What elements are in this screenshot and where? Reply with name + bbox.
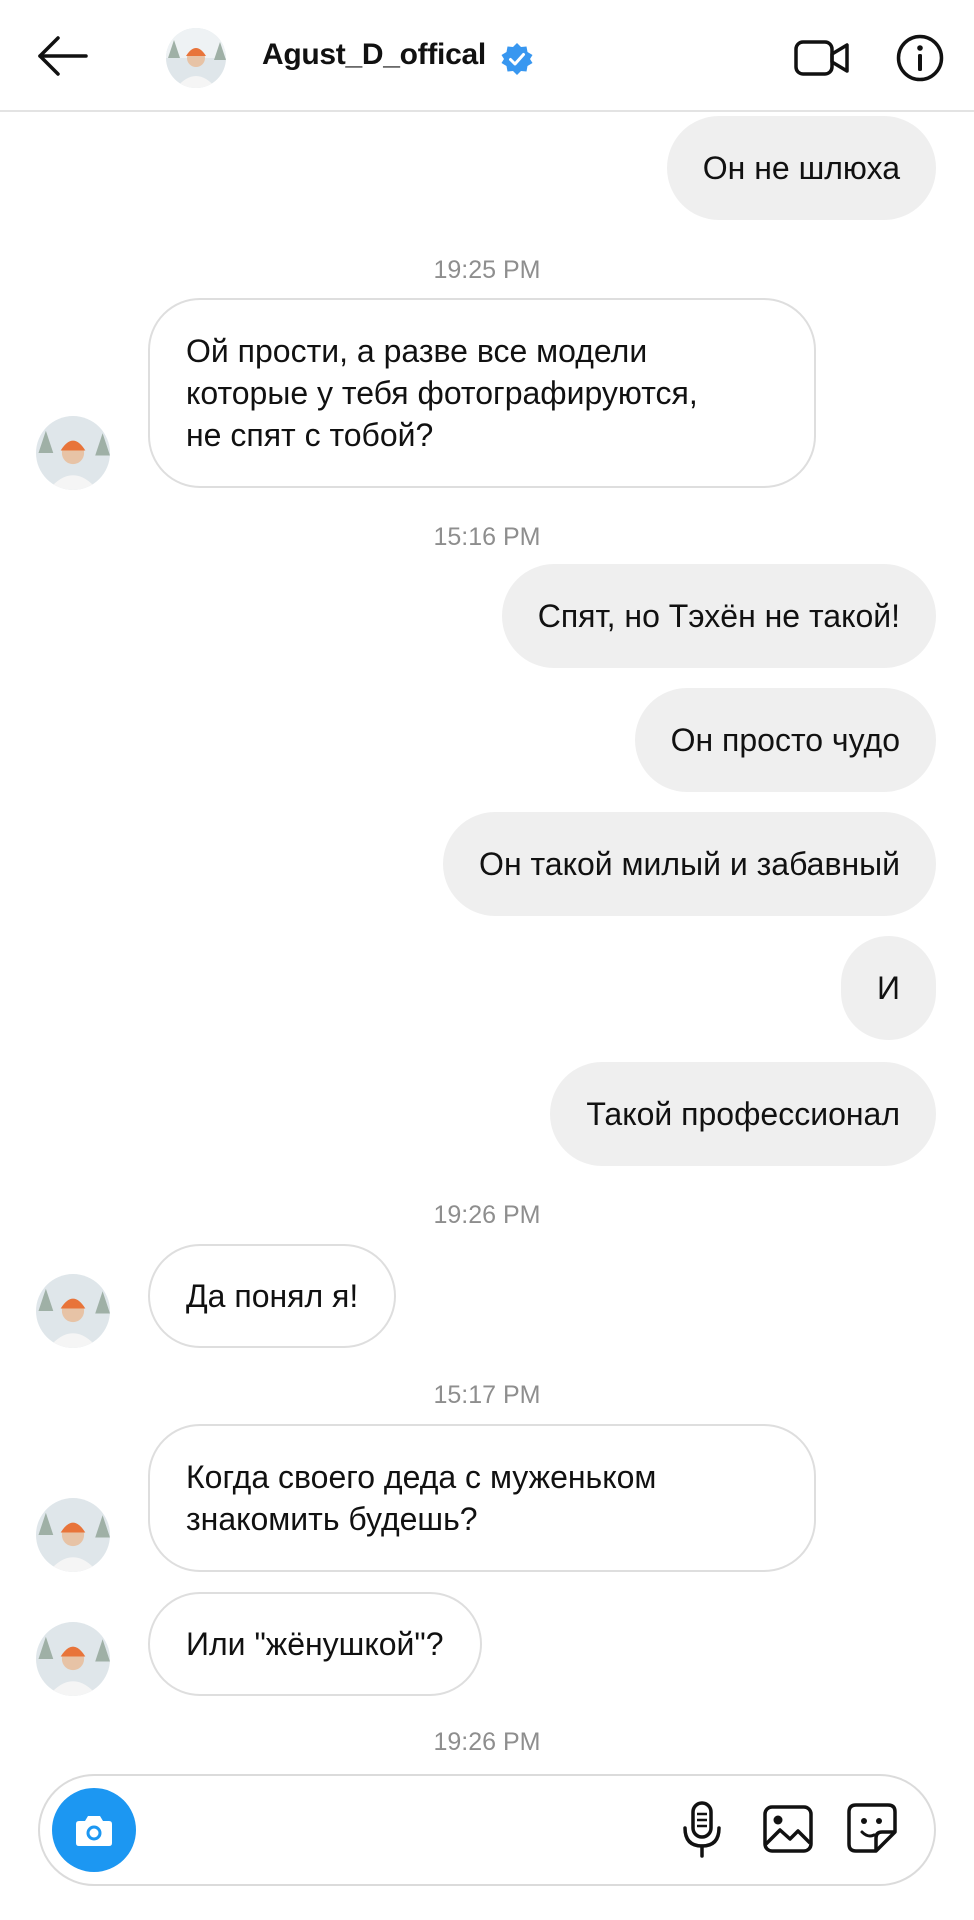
message-text: Да понял я! (186, 1278, 359, 1314)
camera-icon (76, 1816, 112, 1846)
message-text: Он не шлюха (702, 150, 900, 186)
message-text: И (877, 970, 900, 1006)
message-text-line: не спят с тобой? (186, 417, 434, 453)
voice-message-button[interactable] (678, 1800, 726, 1860)
message-input[interactable] (152, 1796, 676, 1866)
message-incoming[interactable]: Ой прости, а разве все модели которые у … (148, 298, 816, 488)
back-button[interactable] (36, 34, 92, 78)
camera-button[interactable] (52, 1788, 136, 1872)
message-outgoing[interactable]: И (841, 936, 936, 1040)
message-text-line: Когда своего деда с муженьком (186, 1459, 657, 1495)
arrow-left-icon (38, 36, 88, 76)
message-text: Или "жёнушкой"? (186, 1626, 444, 1662)
message-outgoing[interactable]: Такой профессионал (550, 1062, 936, 1166)
timestamp: 19:26 PM (433, 1728, 541, 1756)
header-avatar[interactable] (166, 28, 226, 88)
chat-header: Agust_D_offical (0, 0, 974, 112)
timestamp: 15:16 PM (433, 523, 541, 551)
video-call-button[interactable] (794, 38, 850, 78)
message-incoming[interactable]: Или "жёнушкой"? (148, 1592, 482, 1696)
message-text: Такой профессионал (586, 1096, 900, 1132)
message-text-line: которые у тебя фотографируются, (186, 375, 698, 411)
message-outgoing[interactable]: Он просто чудо (634, 688, 936, 792)
timestamp: 19:25 PM (433, 256, 541, 284)
chat-username[interactable]: Agust_D_offical (262, 38, 486, 72)
microphone-icon (683, 1801, 721, 1858)
message-text: Спят, но Тэхён не такой! (537, 598, 900, 634)
message-outgoing[interactable]: Он не шлюха (666, 116, 936, 220)
image-gallery-icon (763, 1805, 813, 1853)
timestamp: 19:26 PM (433, 1201, 541, 1229)
sticker-icon (847, 1803, 897, 1853)
message-incoming[interactable]: Когда своего деда с муженьком знакомить … (148, 1424, 816, 1572)
message-text: Он просто чудо (670, 722, 900, 758)
avatar[interactable] (36, 416, 110, 490)
info-icon (896, 34, 944, 82)
message-incoming[interactable]: Да понял я! (148, 1244, 397, 1348)
verified-badge-icon (500, 42, 534, 76)
sticker-button[interactable] (846, 1802, 898, 1854)
message-text-line: знакомить будешь? (186, 1501, 478, 1537)
info-button[interactable] (896, 34, 944, 82)
message-outgoing[interactable]: Он такой милый и забавный (443, 812, 936, 916)
video-camera-icon (794, 40, 849, 76)
avatar[interactable] (36, 1498, 110, 1572)
gallery-button[interactable] (762, 1804, 814, 1854)
avatar[interactable] (36, 1274, 110, 1348)
timestamp: 15:17 PM (433, 1381, 541, 1409)
message-text-line: Ой прости, а разве все модели (186, 333, 648, 369)
avatar[interactable] (36, 1622, 110, 1696)
message-outgoing[interactable]: Спят, но Тэхён не такой! (501, 564, 936, 668)
message-composer (38, 1774, 936, 1886)
message-text: Он такой милый и забавный (479, 846, 900, 882)
